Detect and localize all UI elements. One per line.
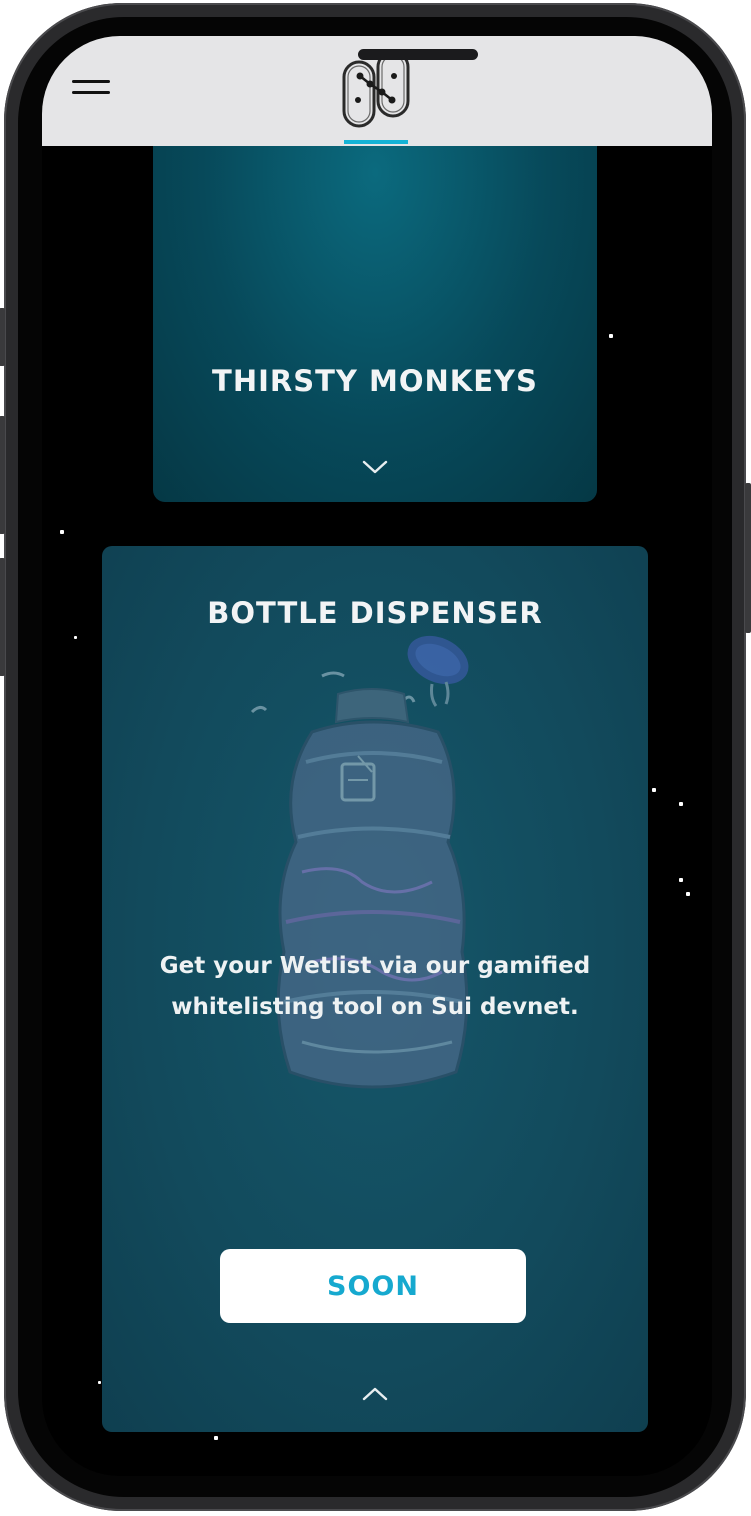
star — [679, 802, 683, 806]
bottle-dispenser-description: Get your Wetlist via our gamified whitel… — [142, 946, 608, 1028]
star — [98, 1381, 101, 1384]
volume-down-button — [0, 558, 5, 676]
bottle-dispenser-card: BOTTLE DISPENSER Get your Wetlist via ou… — [102, 546, 648, 1432]
water-bottle-illustration — [250, 635, 469, 1089]
mute-switch — [0, 308, 5, 366]
hamburger-menu-icon[interactable] — [72, 80, 110, 106]
chevron-up-icon[interactable] — [361, 1386, 389, 1402]
star — [74, 636, 77, 639]
earpiece — [358, 49, 478, 60]
star — [60, 530, 64, 534]
screen: THIRSTY MONKEYS BOTTLE DISPENSER Get you… — [42, 36, 712, 1476]
power-button — [745, 483, 751, 633]
active-indicator — [344, 140, 408, 144]
thirsty-monkeys-card[interactable]: THIRSTY MONKEYS — [153, 136, 597, 502]
logo-icon[interactable] — [340, 48, 412, 130]
description-line-2: whitelisting tool on Sui devnet. — [171, 994, 579, 1020]
thirsty-monkeys-title: THIRSTY MONKEYS — [212, 364, 538, 398]
star — [609, 334, 613, 338]
star — [679, 878, 683, 882]
volume-up-button — [0, 416, 5, 534]
bottle-dispenser-title: BOTTLE DISPENSER — [207, 596, 543, 630]
star — [214, 1436, 218, 1440]
star — [686, 892, 690, 896]
description-line-1: Get your Wetlist via our gamified — [159, 953, 591, 979]
soon-button[interactable]: SOON — [220, 1249, 526, 1323]
site-header — [42, 36, 712, 146]
star — [652, 788, 656, 792]
chevron-down-icon[interactable] — [361, 459, 389, 475]
